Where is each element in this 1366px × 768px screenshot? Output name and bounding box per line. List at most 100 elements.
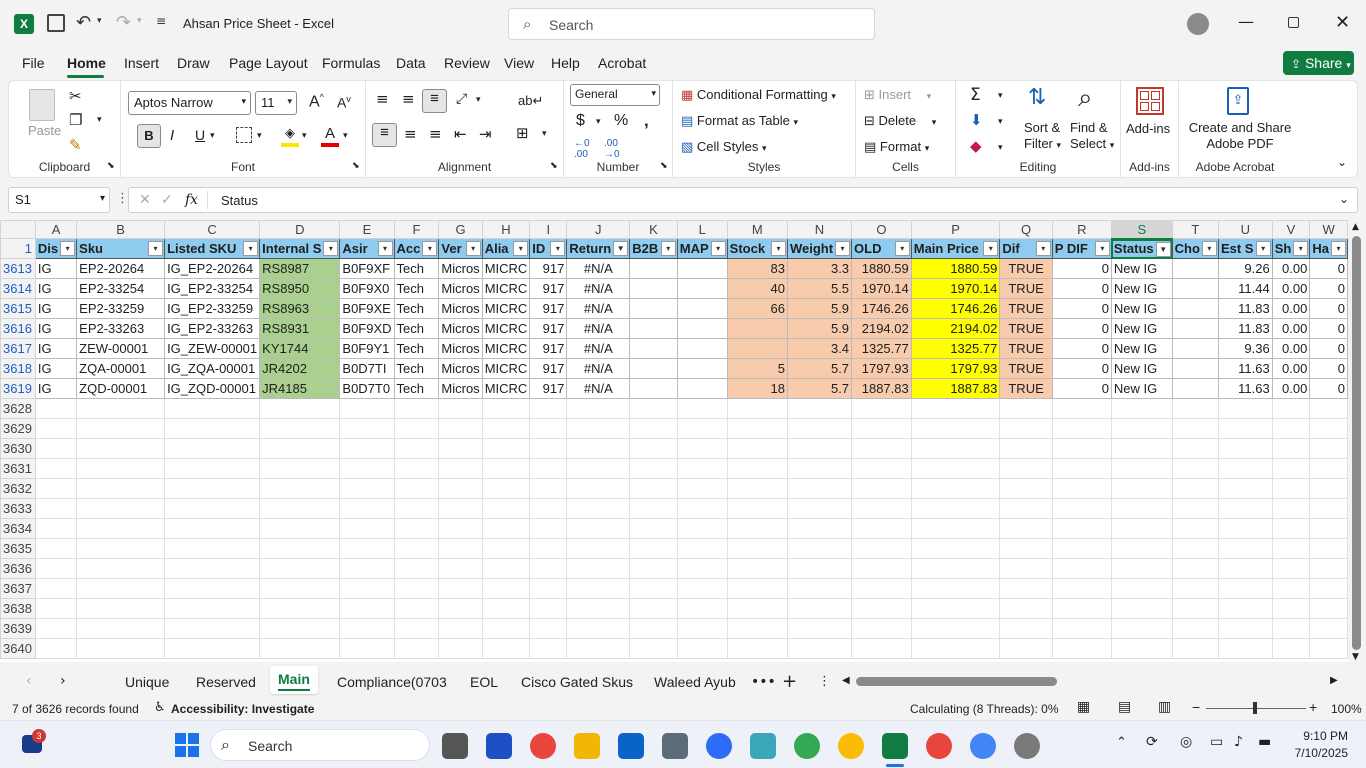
filter-dropdown-icon[interactable]: ▾ (1293, 241, 1309, 256)
orientation-icon[interactable]: ⤢ (456, 91, 467, 107)
cell[interactable] (393, 518, 440, 539)
start-windows-icon[interactable] (175, 733, 199, 757)
cell[interactable] (393, 438, 440, 459)
cell[interactable]: 917 (529, 258, 568, 279)
cell[interactable]: Micros (438, 378, 483, 399)
cell[interactable]: 11.63 (1217, 378, 1273, 399)
align-top-icon[interactable]: ≡ (376, 90, 389, 108)
cell[interactable] (438, 498, 483, 519)
cell[interactable]: MICRC (481, 278, 531, 299)
cell[interactable]: 0 (1051, 298, 1112, 319)
cell[interactable] (481, 618, 531, 639)
cell[interactable] (438, 478, 483, 499)
cell[interactable]: New IG (1110, 258, 1173, 279)
cell[interactable] (438, 558, 483, 579)
cell[interactable] (676, 618, 728, 639)
cell[interactable] (438, 638, 483, 659)
bold-button[interactable]: B (137, 124, 161, 148)
row-number[interactable]: 3639 (0, 618, 36, 639)
cell[interactable] (999, 538, 1053, 559)
column-filter-header[interactable]: Alia ▾ (481, 238, 531, 259)
cell[interactable] (76, 538, 166, 559)
cell[interactable] (726, 338, 788, 359)
formula-content[interactable]: Status (221, 193, 258, 208)
format-as-table-button[interactable]: ▤ Format as Table ▾ (681, 113, 798, 129)
cell[interactable] (164, 518, 261, 539)
cut-icon[interactable]: ✂ (69, 87, 82, 105)
cell[interactable] (393, 558, 440, 579)
cell[interactable] (259, 578, 341, 599)
cell[interactable] (438, 418, 483, 439)
cell[interactable] (529, 518, 568, 539)
cell[interactable] (629, 458, 678, 479)
menu-formulas[interactable]: Formulas (322, 55, 380, 71)
cell[interactable] (1051, 618, 1112, 639)
cell[interactable] (1110, 518, 1173, 539)
cell[interactable] (910, 618, 1001, 639)
row-number[interactable]: 3628 (0, 398, 36, 419)
cell[interactable] (76, 398, 166, 419)
filter-dropdown-icon[interactable]: ▾ (377, 241, 393, 256)
borders-icon[interactable] (236, 127, 252, 143)
cell[interactable] (1217, 518, 1273, 539)
zoom-icon[interactable] (706, 733, 732, 759)
cell[interactable]: IG (34, 318, 78, 339)
cell[interactable] (910, 538, 1001, 559)
cell[interactable]: 0.00 (1271, 338, 1311, 359)
cell[interactable] (393, 478, 440, 499)
filter-dropdown-icon[interactable]: ▾ (894, 241, 910, 256)
cell[interactable]: MICRC (481, 378, 531, 399)
cell[interactable]: Micros (438, 278, 483, 299)
cell[interactable] (339, 478, 395, 499)
cell[interactable] (910, 458, 1001, 479)
network-icon[interactable]: ◎ (1180, 734, 1192, 750)
sort-filter-button[interactable]: Sort & Filter ▾ (1024, 120, 1061, 154)
font-color-icon[interactable]: A (321, 125, 339, 147)
cell[interactable]: Tech (393, 378, 440, 399)
cell[interactable]: #N/A (566, 338, 631, 359)
cell[interactable] (34, 438, 78, 459)
chrome-profile-4-icon[interactable] (970, 733, 996, 759)
cell[interactable] (1271, 498, 1311, 519)
cell[interactable] (1051, 478, 1112, 499)
cell[interactable] (1309, 498, 1348, 519)
cell[interactable] (1217, 598, 1273, 619)
cell[interactable] (1051, 598, 1112, 619)
increase-decimal-icon[interactable]: ←0.00 (574, 138, 590, 160)
enter-icon[interactable]: ✓ (161, 192, 173, 208)
cell[interactable] (164, 638, 261, 659)
column-header-l[interactable]: L (676, 220, 728, 239)
cell[interactable] (999, 618, 1053, 639)
cell[interactable] (726, 498, 788, 519)
fill-dropdown-icon[interactable]: ▾ (998, 117, 1003, 127)
taskbar-search[interactable]: ⌕ Search (210, 729, 430, 761)
cell[interactable] (676, 258, 728, 279)
filter-dropdown-icon[interactable]: ▾ (550, 241, 566, 256)
cell[interactable] (1271, 618, 1311, 639)
cell[interactable] (1110, 438, 1173, 459)
cell[interactable]: 5.7 (786, 378, 853, 399)
cell[interactable]: ZQA-00001 (76, 358, 166, 379)
cell[interactable] (164, 598, 261, 619)
cell[interactable] (910, 638, 1001, 659)
cell[interactable]: 0.00 (1271, 378, 1311, 399)
cell[interactable] (76, 478, 166, 499)
cell[interactable] (726, 318, 788, 339)
tab-reserved[interactable]: Reserved (196, 674, 256, 690)
column-filter-header[interactable]: Listed SKU ▾ (164, 238, 261, 259)
chrome-icon[interactable] (530, 733, 556, 759)
cell[interactable] (529, 618, 568, 639)
cell[interactable] (259, 538, 341, 559)
sync-icon[interactable]: ⟳ (1146, 734, 1158, 750)
cell[interactable]: 0 (1309, 338, 1348, 359)
cell[interactable] (481, 438, 531, 459)
cell[interactable]: 9.36 (1217, 338, 1273, 359)
cell[interactable] (676, 278, 728, 299)
cell[interactable] (1051, 538, 1112, 559)
add-sheet-icon[interactable]: + (782, 671, 797, 692)
cell[interactable] (851, 538, 912, 559)
font-name-select[interactable]: Aptos Narrow ▾ (128, 91, 251, 115)
fill-color-dropdown-icon[interactable]: ▾ (302, 131, 307, 141)
cell[interactable] (1171, 418, 1219, 439)
cell[interactable] (1171, 578, 1219, 599)
